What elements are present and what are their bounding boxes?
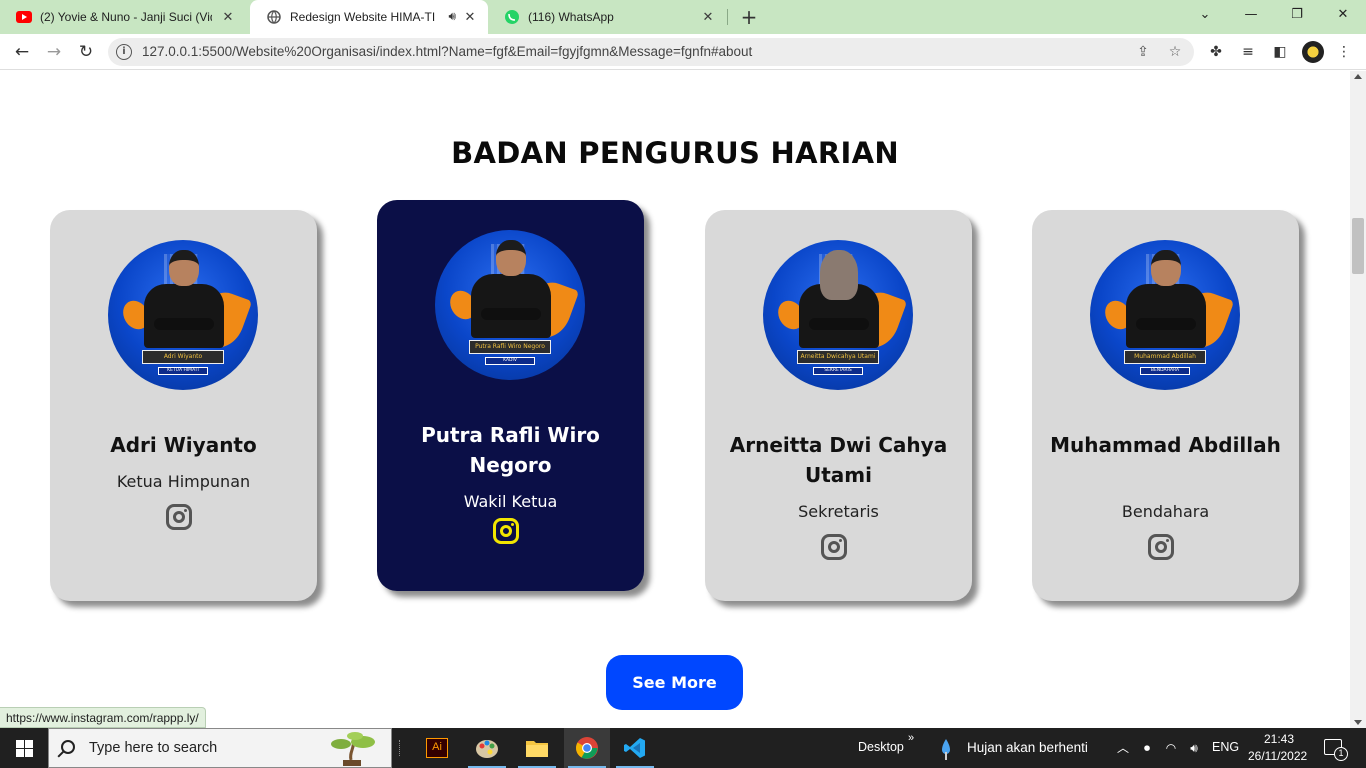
member-card: Muhammad Abdillah BENDAHARA Muhammad Abd… xyxy=(1032,210,1299,601)
see-more-button[interactable]: See More xyxy=(606,655,743,710)
photo-caption: Arneitta Dwicahya Utami xyxy=(797,350,879,364)
tab-youtube[interactable]: (2) Yovie & Nuno - Janji Suci (Vid ✕ xyxy=(0,0,246,34)
minimize-button[interactable]: — xyxy=(1228,0,1274,30)
tab-title: Redesign Website HIMA-TI xyxy=(290,10,436,24)
member-role: Bendahara xyxy=(1121,502,1210,521)
site-info-icon[interactable]: i xyxy=(116,44,132,60)
search-placeholder[interactable]: Type here to search xyxy=(89,740,217,756)
tab-search-icon[interactable]: ⌄ xyxy=(1182,0,1228,30)
member-name: Arneitta Dwi Cahya Utami xyxy=(729,433,948,487)
photo-role: SEKRETARIS xyxy=(813,367,863,375)
vscode-icon[interactable] xyxy=(612,728,658,768)
weather-rain-icon[interactable] xyxy=(940,738,952,760)
media-control-icon[interactable]: ≡ xyxy=(1238,42,1258,62)
bonsai-illustration-icon xyxy=(331,732,375,766)
browser-toolbar: ← → ↻ i 127.0.0.1:5500/Website%20Organis… xyxy=(0,34,1366,70)
scroll-up-arrow[interactable] xyxy=(1354,74,1362,79)
member-role: Ketua Himpunan xyxy=(116,472,251,491)
paint-icon[interactable] xyxy=(464,728,510,768)
page-content: BADAN PENGURUS HARIAN Adri Wiyanto KETUA… xyxy=(0,71,1350,728)
member-photo: Muhammad Abdillah BENDAHARA xyxy=(1090,240,1240,390)
photo-role: BENDAHARA xyxy=(1140,367,1190,375)
reload-button[interactable]: ↻ xyxy=(74,40,98,64)
close-tab-icon[interactable]: ✕ xyxy=(462,9,478,25)
member-name: Putra Rafli Wiro Negoro xyxy=(421,423,600,477)
close-window-button[interactable]: ✕ xyxy=(1320,0,1366,30)
windows-taskbar: Type here to search Ai Desktop » Hujan a… xyxy=(0,728,1366,768)
meet-now-icon[interactable]: ⏺ xyxy=(1139,740,1155,756)
illustrator-icon[interactable]: Ai xyxy=(414,728,460,768)
member-card-featured: Putra Rafli Wiro Negoro KADIV Putra Rafl… xyxy=(377,200,644,591)
instagram-icon[interactable] xyxy=(166,504,192,530)
tab-strip: (2) Yovie & Nuno - Janji Suci (Vid ✕ Red… xyxy=(0,0,1366,34)
chrome-icon[interactable] xyxy=(564,728,610,768)
toolbar-expand-icon[interactable]: » xyxy=(908,732,914,744)
side-panel-icon[interactable]: ◧ xyxy=(1270,42,1290,62)
member-card: Adri Wiyanto KETUA HIMATI Adri Wiyanto K… xyxy=(50,210,317,601)
tab-redesign[interactable]: Redesign Website HIMA-TI 🔊︎ ✕ xyxy=(250,0,488,34)
instagram-icon[interactable] xyxy=(493,518,519,544)
member-name: Muhammad Abdillah xyxy=(1050,433,1281,457)
whatsapp-icon xyxy=(504,9,520,25)
new-tab-button[interactable]: + xyxy=(738,6,760,28)
youtube-icon xyxy=(16,9,32,25)
clock-time[interactable]: 21:43 xyxy=(1264,732,1294,746)
photo-caption: Muhammad Abdillah xyxy=(1124,350,1206,364)
taskbar-divider xyxy=(399,740,402,756)
tab-title: (2) Yovie & Nuno - Janji Suci (Vid xyxy=(40,10,212,24)
scroll-thumb[interactable] xyxy=(1352,218,1364,274)
forward-button[interactable]: → xyxy=(42,40,66,64)
tab-title: (116) WhatsApp xyxy=(528,10,614,24)
scroll-down-arrow[interactable] xyxy=(1354,720,1362,725)
back-button[interactable]: ← xyxy=(10,40,34,64)
member-card: Arneitta Dwicahya Utami SEKRETARIS Arnei… xyxy=(705,210,972,601)
audio-playing-icon[interactable]: 🔊︎ xyxy=(448,9,456,24)
member-photo: Putra Rafli Wiro Negoro KADIV xyxy=(435,230,585,380)
extensions-icon[interactable]: ✤ xyxy=(1206,42,1226,62)
instagram-icon[interactable] xyxy=(821,534,847,560)
link-status-bubble: https://www.instagram.com/rappp.ly/ xyxy=(0,707,206,728)
page-scrollbar[interactable] xyxy=(1350,71,1366,728)
instagram-icon[interactable] xyxy=(1148,534,1174,560)
desktop-toolbar-label[interactable]: Desktop xyxy=(858,740,904,754)
taskbar-search[interactable]: Type here to search xyxy=(48,728,392,768)
clock-date[interactable]: 26/11/2022 xyxy=(1248,749,1307,763)
menu-icon[interactable]: ⋮ xyxy=(1334,42,1354,62)
chevron-up-icon[interactable]: ︿ xyxy=(1115,740,1131,756)
address-bar[interactable]: i 127.0.0.1:5500/Website%20Organisasi/in… xyxy=(108,38,1194,66)
globe-icon xyxy=(266,9,282,25)
language-indicator[interactable]: ENG xyxy=(1212,740,1239,754)
member-role: Sekretaris xyxy=(798,502,879,521)
photo-caption: Putra Rafli Wiro Negoro xyxy=(469,340,551,354)
close-tab-icon[interactable]: ✕ xyxy=(220,9,236,25)
windows-start-icon[interactable] xyxy=(0,728,48,768)
share-icon[interactable]: ⇪ xyxy=(1134,43,1152,61)
member-name: Adri Wiyanto xyxy=(110,433,257,457)
file-explorer-icon[interactable] xyxy=(514,728,560,768)
bookmark-star-icon[interactable]: ☆ xyxy=(1166,43,1184,61)
photo-role: KADIV xyxy=(485,357,535,365)
tab-separator xyxy=(727,9,728,25)
member-photo: Adri Wiyanto KETUA HIMATI xyxy=(108,240,258,390)
profile-avatar[interactable] xyxy=(1302,41,1324,63)
wifi-icon[interactable]: ◠ xyxy=(1163,740,1179,756)
url-text[interactable]: 127.0.0.1:5500/Website%20Organisasi/inde… xyxy=(142,44,752,59)
section-title: BADAN PENGURUS HARIAN xyxy=(451,136,899,170)
volume-icon[interactable]: 🔊︎ xyxy=(1186,740,1202,756)
member-role: Wakil Ketua xyxy=(463,492,558,511)
member-photo: Arneitta Dwicahya Utami SEKRETARIS xyxy=(763,240,913,390)
maximize-button[interactable]: ❐ xyxy=(1274,0,1320,30)
search-icon xyxy=(61,740,75,754)
tab-whatsapp[interactable]: (116) WhatsApp ✕ xyxy=(488,0,726,34)
close-tab-icon[interactable]: ✕ xyxy=(700,9,716,25)
photo-role: KETUA HIMATI xyxy=(158,367,208,375)
photo-caption: Adri Wiyanto xyxy=(142,350,224,364)
weather-text[interactable]: Hujan akan berhenti xyxy=(967,740,1088,755)
notification-badge: 1 xyxy=(1334,747,1348,761)
